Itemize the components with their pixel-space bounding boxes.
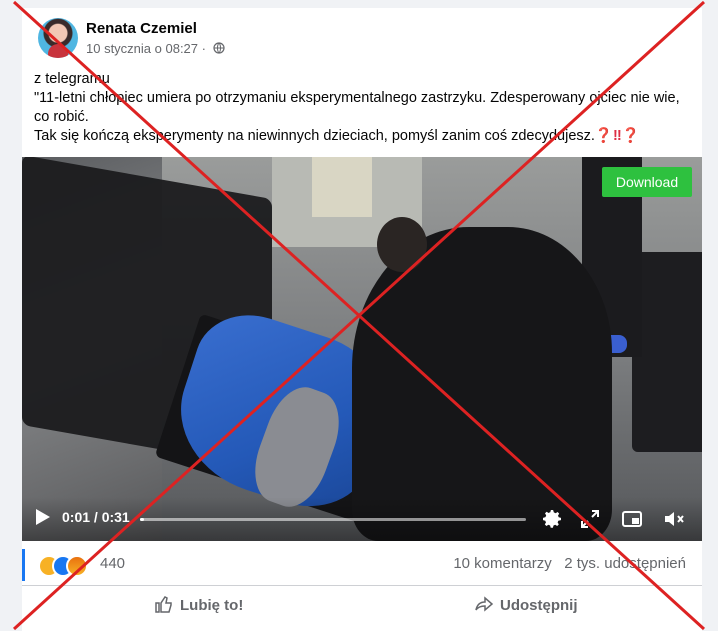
progress-fill [140,518,144,521]
timestamp-text[interactable]: 10 stycznia o 08:27 · [86,41,206,56]
share-label: Udostępnij [500,597,578,614]
like-label: Lubię to! [180,597,244,614]
post-text-last: Tak się kończą eksperymenty na niewinnyc… [34,128,595,144]
post-timestamp[interactable]: 10 stycznia o 08:27 · [86,41,225,56]
comments-link[interactable]: 10 komentarzy [453,555,551,572]
post-text: z telegramu "11-letni chłopiec umiera po… [34,70,694,146]
post-text-line: Tak się kończą eksperymenty na niewinnyc… [34,127,694,146]
post-text-line: "11-letni chłopiec umiera po otrzymaniu … [34,90,680,106]
post-card: Renata Czemiel 10 stycznia o 08:27 · z t… [22,8,702,631]
post-text-line: co robić. [34,109,89,125]
progress-bar[interactable] [140,518,526,521]
video-frame-person [352,227,612,541]
engagement-counts: 10 komentarzy 2 tys. udostępnień [453,555,686,572]
shares-link[interactable]: 2 tys. udostępnień [564,555,686,572]
play-icon[interactable] [36,509,50,525]
reaction-count[interactable]: 440 [100,555,125,572]
post-text-line: z telegramu [34,71,110,87]
video-time: 0:01 / 0:31 [62,509,130,525]
reaction-icons[interactable] [38,555,98,577]
gear-icon[interactable] [540,507,564,531]
reactions-bar: 440 10 komentarzy 2 tys. udostępnień [22,541,702,586]
like-button[interactable]: Lubię to! [154,594,243,614]
question-exclamation-icon: ❓‼❓ [594,128,640,144]
post-actions: Lubię to! Udostępnij [22,586,702,626]
author-name[interactable]: Renata Czemiel [86,20,197,37]
mute-icon[interactable] [662,507,686,531]
angry-reaction-icon [66,555,88,577]
video-frame-head [377,217,427,272]
video-player[interactable]: Download 0:01 / 0:31 [22,157,702,541]
video-frame-door [312,157,372,217]
fullscreen-icon[interactable] [578,507,602,531]
globe-icon [212,42,225,54]
download-button[interactable]: Download [602,167,692,197]
avatar[interactable] [38,18,78,58]
share-icon [475,596,494,612]
post-header: Renata Czemiel 10 stycznia o 08:27 · [38,18,678,62]
thumbs-up-icon [155,596,172,613]
picture-in-picture-icon[interactable] [620,507,644,531]
share-button[interactable]: Udostępnij [474,594,578,614]
video-frame-bench [632,252,702,452]
video-controls: 0:01 / 0:31 [22,497,702,541]
